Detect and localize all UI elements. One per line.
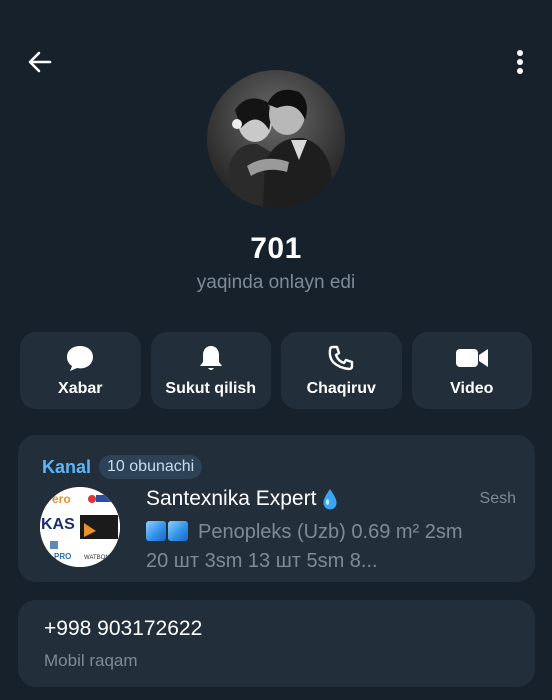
arrow-left-icon <box>28 51 52 73</box>
action-buttons-row: Xabar Sukut qilish Chaqiruv Video <box>20 332 532 409</box>
channel-card[interactable]: Kanal 10 obunachi ero KAS PRO WATBON San… <box>18 435 535 582</box>
water-drop-icon <box>323 489 337 510</box>
message-button-label: Xabar <box>58 379 103 397</box>
blue-square-icon <box>146 521 166 541</box>
channel-last-post-time: Sesh <box>479 490 516 507</box>
avatar-photo <box>207 70 345 208</box>
video-camera-icon <box>455 348 488 367</box>
profile-name: 701 <box>250 232 302 265</box>
preview-text-1: Penopleks (Uzb) 0.69 m² 2sm <box>198 521 463 543</box>
channel-section-label: Kanal <box>42 456 92 477</box>
channel-name: Santexnika Expert <box>146 487 317 510</box>
bell-icon <box>199 345 222 370</box>
logo-text-pro: PRO <box>54 552 71 561</box>
call-button-label: Chaqiruv <box>306 379 376 397</box>
video-call-button[interactable]: Video <box>411 332 532 409</box>
channel-title: Santexnika Expert <box>146 487 338 511</box>
channel-last-post-preview: Penopleks (Uzb) 0.69 m² 2sm 20 шт 3sm 13… <box>146 518 518 576</box>
phone-icon <box>328 345 354 370</box>
video-button-label: Video <box>450 379 494 397</box>
logo-text-kas: KAS <box>41 516 75 533</box>
message-button[interactable]: Xabar <box>20 332 141 409</box>
more-menu-button[interactable] <box>502 40 538 84</box>
profile-avatar[interactable] <box>207 70 345 208</box>
back-button[interactable] <box>18 40 62 84</box>
channel-title-row: Santexnika Expert Sesh <box>146 487 516 511</box>
more-vertical-icon <box>517 50 523 74</box>
phone-number-card[interactable]: +998 903172622 Mobil raqam <box>18 600 535 687</box>
call-button[interactable]: Chaqiruv <box>281 332 402 409</box>
logo-text-watbon: WATBON <box>84 555 110 561</box>
channel-logo-image: ero KAS PRO WATBON <box>40 487 120 567</box>
preview-line-2: 20 шт 3sm 13 шт 5sm 8... <box>146 550 378 572</box>
message-bubble-icon <box>67 345 94 371</box>
blue-square-icon <box>168 521 188 541</box>
mute-button-label: Sukut qilish <box>165 379 257 397</box>
subscriber-count-badge: 10 obunachi <box>99 455 203 479</box>
phone-number: +998 903172622 <box>44 617 203 640</box>
preview-line-1: Penopleks (Uzb) 0.69 m² 2sm <box>146 518 518 547</box>
channel-avatar: ero KAS PRO WATBON <box>40 487 120 567</box>
profile-last-seen-status: yaqinda onlayn edi <box>196 272 356 293</box>
profile-screen: 701 yaqinda onlayn edi Xabar Sukut qilis… <box>0 0 552 700</box>
mute-button[interactable]: Sukut qilish <box>150 332 271 409</box>
logo-text-ero: ero <box>52 492 71 506</box>
channel-header: Kanal 10 obunachi <box>42 455 203 479</box>
phone-number-label: Mobil raqam <box>44 651 138 670</box>
